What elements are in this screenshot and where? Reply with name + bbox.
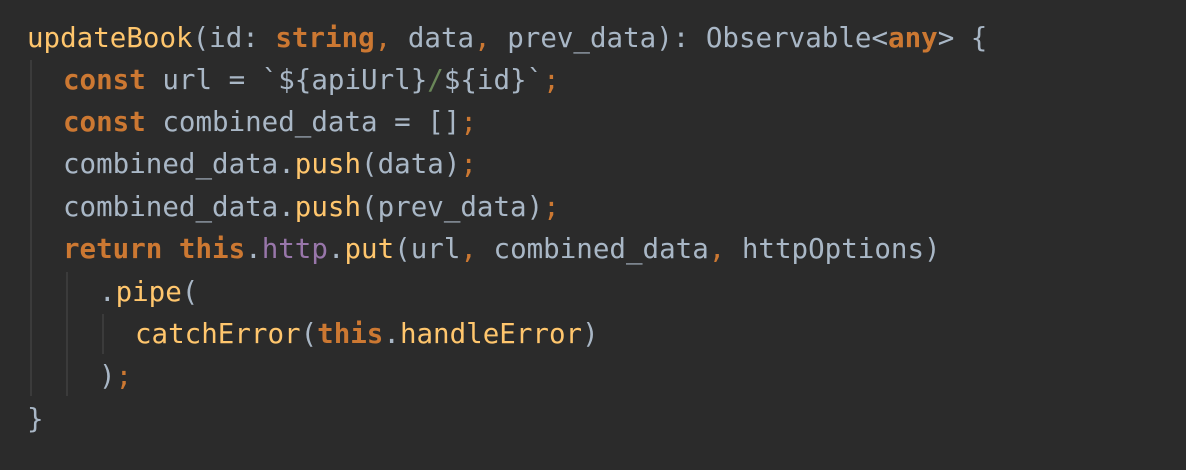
code-token: handleError [399, 318, 583, 350]
code-token: any [888, 22, 938, 54]
code-token: return this [63, 233, 246, 265]
indent-guide-1 [30, 60, 32, 396]
code-token: , [708, 233, 742, 265]
code-token: push [294, 191, 362, 223]
code-token: combined_data [493, 233, 709, 265]
code-token: . [327, 233, 345, 265]
code-token: (url [394, 233, 461, 265]
code-token: string [275, 22, 375, 54]
code-token: ; [460, 148, 477, 180]
code-token: ( [300, 318, 318, 350]
code-token: ; [543, 191, 560, 223]
code-token: ) [582, 318, 599, 350]
code-line-3[interactable]: const combined_data = []; [63, 101, 477, 143]
code-line-8[interactable]: catchError(this.handleError) [135, 313, 599, 355]
code-token: ; [460, 106, 477, 138]
indent-guide-2 [66, 272, 68, 396]
code-token: ; [543, 64, 560, 96]
code-line-2[interactable]: const url = `${apiUrl}/${id}`; [63, 59, 560, 101]
code-editor[interactable]: updateBook(id: string, data, prev_data):… [0, 0, 1186, 470]
code-token: (data) [361, 148, 461, 180]
code-line-10[interactable]: } [27, 398, 44, 440]
code-token: data [407, 22, 475, 54]
code-token: > { [937, 22, 988, 54]
code-token: pipe [115, 276, 182, 308]
indent-guide-3 [102, 314, 104, 354]
code-token: . [99, 276, 116, 308]
code-token: const [63, 64, 163, 96]
code-token: this [317, 318, 384, 350]
code-token: ( [181, 276, 199, 308]
code-token: updateBook [27, 22, 193, 54]
code-token: ) [99, 360, 116, 392]
code-token: } [27, 403, 44, 435]
code-token: put [344, 233, 395, 265]
code-token: push [294, 148, 362, 180]
code-token: prev_data): Observable< [507, 22, 889, 54]
code-line-7[interactable]: .pipe( [99, 271, 198, 313]
code-line-1[interactable]: updateBook(id: string, data, prev_data):… [27, 17, 987, 59]
code-token: (prev_data) [361, 191, 544, 223]
code-token: combined_data. [63, 191, 295, 223]
code-token: , [460, 233, 494, 265]
code-token: catchError [135, 318, 301, 350]
code-token: url = `${apiUrl} [162, 64, 428, 96]
code-token: ; [115, 360, 133, 392]
code-token: ${id}` [443, 64, 544, 96]
code-token: , [474, 22, 508, 54]
code-token: / [427, 64, 444, 96]
code-line-5[interactable]: combined_data.push(prev_data); [63, 186, 560, 228]
code-token: combined_data. [63, 148, 295, 180]
code-token: httpOptions) [741, 233, 941, 265]
code-line-9[interactable]: ); [99, 355, 132, 397]
code-token: (id: [192, 22, 276, 54]
code-token: . [245, 233, 262, 265]
code-token: http [261, 233, 328, 265]
code-line-6[interactable]: return this.http.put(url, combined_data,… [63, 228, 941, 270]
code-token: const [63, 106, 163, 138]
code-line-4[interactable]: combined_data.push(data); [63, 143, 477, 185]
code-token: . [383, 318, 400, 350]
code-token: combined_data = [] [162, 106, 461, 138]
code-token: , [374, 22, 408, 54]
